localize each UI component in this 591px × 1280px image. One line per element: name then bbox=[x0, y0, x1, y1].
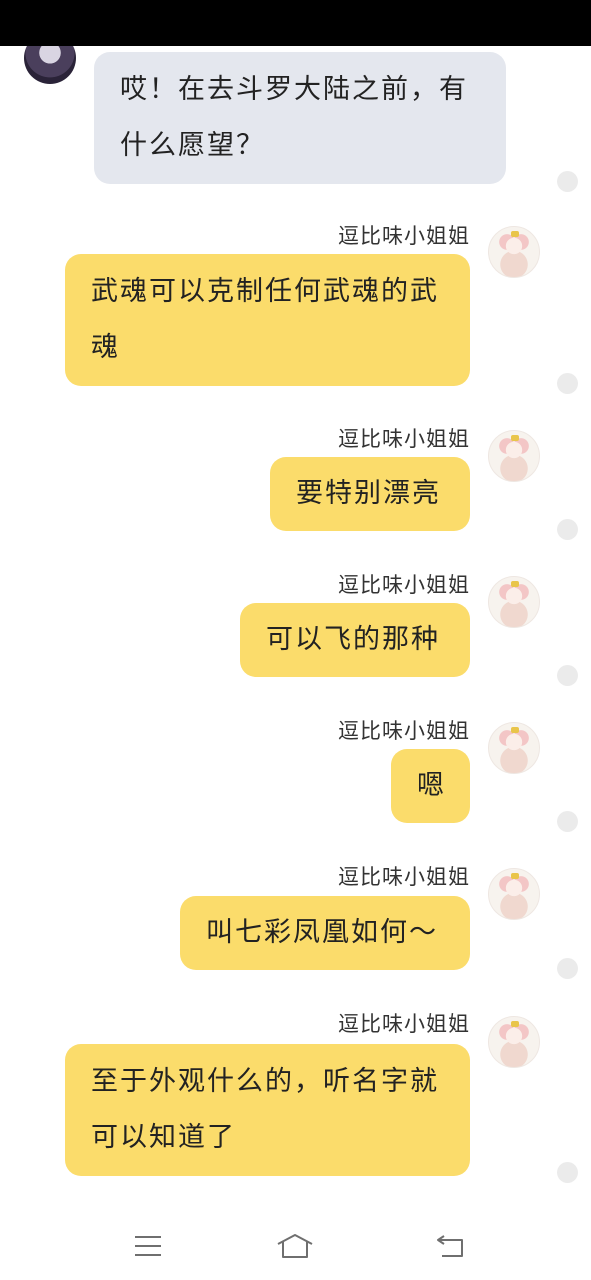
message-bubble[interactable]: 叫七彩凤凰如何～ bbox=[180, 896, 470, 970]
select-circle[interactable] bbox=[557, 1162, 578, 1183]
message-text: 可以飞的那种 bbox=[266, 624, 440, 655]
message-text: 叫七彩凤凰如何～ bbox=[206, 917, 438, 948]
avatar-self[interactable] bbox=[488, 430, 540, 482]
message-text: 要特别漂亮 bbox=[296, 478, 441, 509]
message-text: 嗯 bbox=[417, 770, 446, 801]
menu-button[interactable] bbox=[128, 1228, 168, 1264]
back-icon bbox=[437, 1235, 463, 1257]
sender-name: 逗比味小姐姐 bbox=[338, 573, 470, 597]
avatar-self[interactable] bbox=[488, 868, 540, 920]
status-bar bbox=[0, 0, 591, 46]
select-circle[interactable] bbox=[557, 811, 578, 832]
incoming-bubble[interactable]: 哎！在去斗罗大陆之前，有什么愿望？ bbox=[94, 52, 506, 184]
navigation-bar bbox=[0, 1214, 591, 1280]
avatar-self[interactable] bbox=[488, 226, 540, 278]
message-text: 至于外观什么的，听名字就可以知道了 bbox=[91, 1066, 439, 1153]
select-circle[interactable] bbox=[557, 665, 578, 686]
select-circle[interactable] bbox=[557, 958, 578, 979]
avatar-other[interactable] bbox=[24, 46, 76, 84]
message-bubble[interactable]: 可以飞的那种 bbox=[240, 603, 470, 677]
chat-area[interactable]: 哎！在去斗罗大陆之前，有什么愿望？ 逗比味小姐姐 武魂可以克制任何武魂的武魂 逗… bbox=[0, 46, 591, 1214]
home-button[interactable] bbox=[275, 1228, 315, 1264]
select-circle[interactable] bbox=[557, 519, 578, 540]
sender-name: 逗比味小姐姐 bbox=[338, 224, 470, 248]
message-bubble[interactable]: 嗯 bbox=[391, 749, 470, 823]
message-bubble[interactable]: 要特别漂亮 bbox=[270, 457, 470, 531]
sender-name: 逗比味小姐姐 bbox=[338, 1012, 470, 1036]
sender-name: 逗比味小姐姐 bbox=[338, 427, 470, 451]
select-circle[interactable] bbox=[557, 373, 578, 394]
select-circle[interactable] bbox=[557, 171, 578, 192]
back-button[interactable] bbox=[431, 1228, 471, 1264]
home-icon bbox=[277, 1234, 313, 1258]
sender-name: 逗比味小姐姐 bbox=[338, 719, 470, 743]
avatar-self[interactable] bbox=[488, 576, 540, 628]
menu-icon bbox=[135, 1236, 161, 1256]
message-bubble[interactable]: 武魂可以克制任何武魂的武魂 bbox=[65, 254, 470, 386]
avatar-self[interactable] bbox=[488, 1016, 540, 1068]
message-text: 武魂可以克制任何武魂的武魂 bbox=[91, 276, 439, 363]
incoming-text: 哎！在去斗罗大陆之前，有什么愿望？ bbox=[120, 74, 468, 161]
message-bubble[interactable]: 至于外观什么的，听名字就可以知道了 bbox=[65, 1044, 470, 1176]
avatar-self[interactable] bbox=[488, 722, 540, 774]
sender-name: 逗比味小姐姐 bbox=[338, 865, 470, 889]
